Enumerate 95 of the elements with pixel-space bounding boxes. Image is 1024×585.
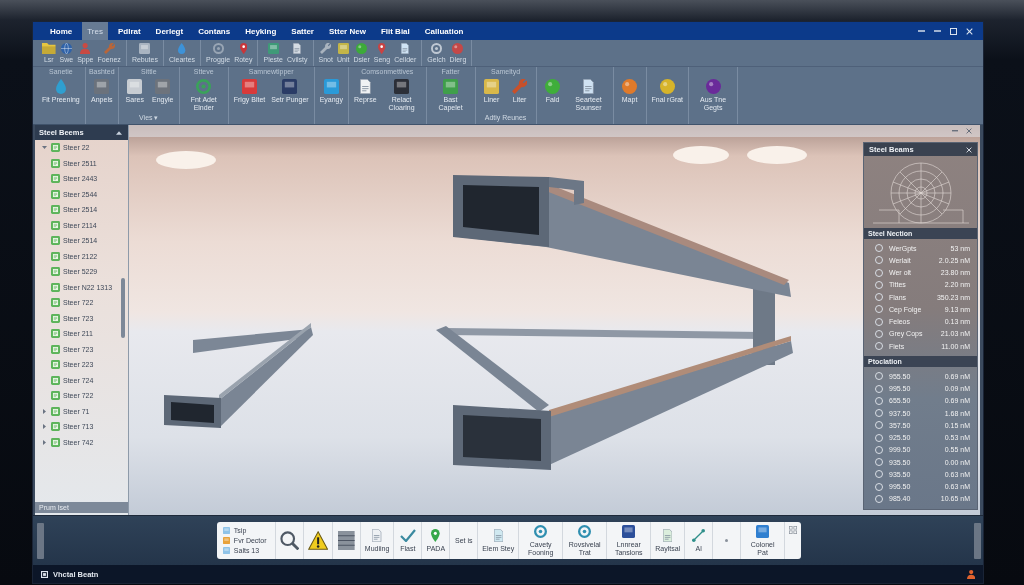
tile-icon	[323, 79, 339, 94]
pin-icon	[378, 42, 386, 54]
menu-tab[interactable]: Flit Bial	[375, 22, 415, 40]
sheet-icon	[51, 406, 60, 416]
sheet-icon	[51, 251, 60, 261]
scrollbar-thumb[interactable]	[121, 278, 125, 338]
tile-icon	[394, 79, 410, 94]
tile-icon	[222, 527, 230, 534]
caret-icon[interactable]	[42, 146, 47, 150]
sheet-icon	[51, 205, 60, 215]
sheet-icon	[51, 375, 60, 385]
caret-icon[interactable]	[43, 424, 46, 430]
check-icon	[399, 528, 416, 542]
sheet-icon	[51, 329, 60, 339]
page-icon	[359, 79, 371, 94]
menu-tab[interactable]: Pdlrat	[112, 22, 146, 40]
tile-icon	[337, 42, 349, 54]
ceiling-light	[156, 151, 216, 169]
ball-icon	[545, 79, 561, 94]
tile-icon	[282, 79, 298, 94]
sheet-icon	[51, 220, 60, 230]
tile-icon	[222, 537, 230, 544]
wrench-icon	[103, 42, 115, 54]
pin-icon	[239, 42, 247, 54]
sheet-icon	[51, 313, 60, 323]
warning-icon	[307, 531, 328, 550]
line-icon	[692, 528, 706, 542]
page-icon	[293, 42, 302, 54]
globe-icon	[60, 42, 72, 54]
wrench-icon	[512, 79, 528, 94]
caret-icon[interactable]	[116, 130, 122, 135]
ball-icon	[622, 79, 638, 94]
page-icon	[372, 528, 382, 542]
square-icon	[41, 570, 48, 578]
folder-icon	[42, 42, 56, 54]
search-icon	[279, 531, 299, 550]
menu-tab[interactable]: Heyking	[240, 22, 282, 40]
ring-icon	[212, 42, 224, 54]
menu-tab[interactable]: Satter	[286, 22, 319, 40]
menu-tab[interactable]: Calluation	[419, 22, 469, 40]
maximize-icon[interactable]	[950, 27, 957, 35]
sheet-icon	[51, 143, 60, 153]
menu-tab[interactable]: Home	[45, 22, 78, 40]
server-icon	[338, 531, 355, 550]
tile-icon	[222, 547, 230, 554]
tile-icon	[443, 79, 459, 94]
pin-icon	[431, 528, 441, 542]
sheet-icon	[51, 189, 60, 199]
tile-icon	[155, 79, 171, 94]
side-handle[interactable]	[37, 522, 44, 559]
ball-icon	[356, 42, 368, 54]
caret-icon[interactable]	[43, 408, 46, 414]
sheet-icon	[51, 236, 60, 246]
tile-icon	[139, 42, 151, 54]
sheet-icon	[51, 360, 60, 370]
ring-icon	[578, 524, 592, 538]
ball-icon	[452, 42, 464, 54]
sheet-icon	[51, 267, 60, 277]
page-icon	[401, 42, 410, 54]
page-icon	[493, 528, 503, 542]
sheet-icon	[51, 422, 60, 432]
sheet-icon	[51, 282, 60, 292]
dot-icon	[725, 539, 729, 542]
tile-icon	[484, 79, 500, 94]
menu-tab[interactable]: Stter New	[324, 22, 371, 40]
sheet-icon	[51, 344, 60, 354]
drop-icon	[55, 79, 66, 94]
menu-tab[interactable]: Contans	[193, 22, 236, 40]
ceiling-light	[747, 146, 807, 164]
ball-icon	[659, 79, 675, 94]
minimize-icon[interactable]	[952, 130, 958, 132]
person-icon	[966, 569, 975, 579]
side-handle[interactable]	[974, 522, 981, 559]
drop-icon	[178, 42, 186, 54]
ball-icon	[705, 79, 721, 94]
tile-icon	[94, 79, 110, 94]
menu-tab[interactable]: Derlegt	[150, 22, 189, 40]
sheet-icon	[51, 391, 60, 401]
sheet-icon	[51, 158, 60, 168]
ring-icon	[534, 524, 548, 538]
page-icon	[663, 528, 673, 542]
tile-icon	[242, 79, 257, 94]
page-icon	[583, 79, 594, 94]
sheet-icon	[51, 298, 60, 308]
tile-icon	[267, 42, 279, 54]
sheet-icon	[51, 174, 60, 184]
tile-icon	[127, 79, 143, 94]
ring-icon	[430, 42, 442, 54]
grid-icon[interactable]	[789, 526, 798, 534]
person-icon	[80, 42, 91, 54]
sheet-icon	[51, 437, 60, 447]
caret-icon[interactable]	[43, 439, 46, 445]
wrench-icon	[320, 42, 332, 54]
ring-icon	[196, 79, 212, 94]
ceiling-light	[673, 146, 729, 164]
